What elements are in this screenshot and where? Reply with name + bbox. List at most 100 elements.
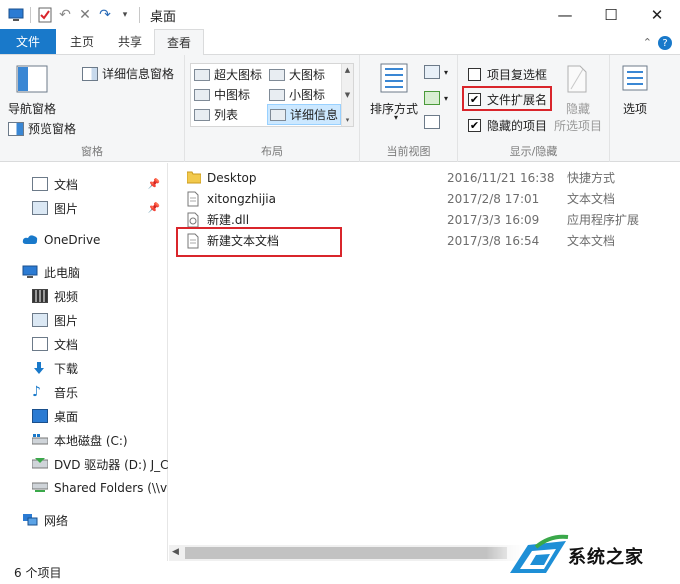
sort-dropdown-icon[interactable]: ▾ xyxy=(394,113,398,122)
nav-item-videos[interactable]: 视频 xyxy=(0,285,168,307)
layout-gallery: 超大图标 大图标 中图标 小图标 列表 详细信息 ▲ ▼ ▾ xyxy=(190,63,354,127)
sort-icon xyxy=(380,63,408,96)
file-row[interactable]: Desktop 2016/11/21 16:38 快捷方式 xyxy=(183,167,673,188)
help-icon[interactable]: ? xyxy=(658,36,672,50)
layout-gallery-scroll[interactable]: ▲ ▼ ▾ xyxy=(341,64,353,126)
layout-label: 列表 xyxy=(214,108,239,122)
item-count: 6 个项目 xyxy=(14,566,62,580)
pin-icon: 📌 xyxy=(147,202,160,214)
layout-extra-large-icons[interactable]: 超大图标 xyxy=(194,66,262,83)
group-by-button[interactable]: ▾ xyxy=(424,65,448,79)
minimize-button[interactable]: — xyxy=(542,0,588,30)
properties-icon[interactable] xyxy=(35,5,55,25)
nav-item-onedrive[interactable]: OneDrive xyxy=(0,229,168,251)
document-icon xyxy=(32,337,48,351)
layout-label: 小图标 xyxy=(289,88,326,102)
nav-item-label: 此电脑 xyxy=(44,265,81,280)
music-icon: ♪ xyxy=(32,384,41,400)
nav-item-pictures-pinned[interactable]: 图片 📌 xyxy=(0,197,168,219)
size-columns-button[interactable] xyxy=(424,115,444,129)
title-bar: ↶ ✕ ↷ ▾ 桌面 — ☐ ✕ xyxy=(0,0,680,30)
tab-home[interactable]: 主页 xyxy=(58,29,106,54)
file-modified: 2017/3/8 16:54 xyxy=(447,233,540,248)
item-checkboxes-checkbox[interactable] xyxy=(468,68,481,81)
options-icon xyxy=(622,65,648,94)
large-icons-icon xyxy=(269,68,285,81)
hide-selected-sublabel: 所选项目 xyxy=(554,119,603,133)
nav-item-label: 图片 xyxy=(54,313,79,328)
file-row[interactable]: xitongzhijia 2017/2/8 17:01 文本文档 xyxy=(183,188,673,209)
details-icon xyxy=(270,108,286,121)
undo-icon[interactable]: ↶ xyxy=(55,5,75,25)
nav-item-shared-folders[interactable]: Shared Folders (\\v xyxy=(0,477,168,499)
scroll-left-icon[interactable]: ◀ xyxy=(172,547,179,557)
nav-item-documents[interactable]: 文档 xyxy=(0,333,168,355)
tab-view[interactable]: 查看 xyxy=(154,29,205,55)
nav-item-desktop[interactable]: 桌面 xyxy=(0,405,168,427)
file-name: Desktop xyxy=(207,170,257,185)
layout-label: 中图标 xyxy=(214,88,251,102)
item-checkboxes-toggle[interactable]: 项目复选框 xyxy=(468,66,547,83)
redo-icon[interactable]: ↷ xyxy=(95,5,115,25)
quick-access-toolbar: ↶ ✕ ↷ ▾ xyxy=(0,0,144,30)
preview-pane-icon xyxy=(8,121,24,136)
details-pane-button[interactable]: 详细信息窗格 xyxy=(82,65,174,82)
nav-item-label: 视频 xyxy=(54,289,79,304)
nav-pane-button[interactable]: 导航窗格 xyxy=(8,100,56,117)
dropdown-icon[interactable]: ▾ xyxy=(115,5,135,25)
nav-item-dvd-drive[interactable]: DVD 驱动器 (D:) J_C xyxy=(0,453,168,475)
collapse-ribbon-icon[interactable]: ⌃ xyxy=(643,36,652,50)
divider xyxy=(30,7,31,23)
tab-share[interactable]: 共享 xyxy=(106,29,154,54)
options-button[interactable]: 选项 xyxy=(623,100,647,117)
hide-selected-button[interactable]: 隐藏 xyxy=(566,100,590,117)
layout-list[interactable]: 列表 xyxy=(194,106,238,123)
nav-item-network[interactable]: 网络 xyxy=(0,509,168,531)
window-controls: — ☐ ✕ xyxy=(542,0,680,30)
watermark-text: 系统之家 xyxy=(568,547,644,568)
expand-gallery-icon[interactable]: ▾ xyxy=(346,116,350,124)
layout-label: 大图标 xyxy=(289,68,326,82)
scrollbar-thumb[interactable] xyxy=(185,547,507,559)
size-columns-icon xyxy=(424,115,440,129)
hidden-items-checkbox[interactable]: ✔ xyxy=(468,119,481,132)
tab-file[interactable]: 文件 xyxy=(0,29,56,54)
layout-large-icons[interactable]: 大图标 xyxy=(269,66,325,83)
nav-item-this-pc[interactable]: 此电脑 xyxy=(0,261,168,283)
medium-icons-icon xyxy=(194,88,210,101)
text-file-icon xyxy=(187,191,201,207)
maximize-button[interactable]: ☐ xyxy=(588,0,634,30)
nav-item-music[interactable]: ♪ 音乐 xyxy=(0,381,168,403)
nav-item-label: 文档 xyxy=(54,337,79,352)
preview-pane-button[interactable]: 预览窗格 xyxy=(8,120,76,137)
nav-pane-icon xyxy=(16,65,48,96)
computer-icon[interactable] xyxy=(6,5,26,25)
nav-item-downloads[interactable]: 下载 xyxy=(0,357,168,379)
dvd-icon xyxy=(31,457,49,471)
delete-icon[interactable]: ✕ xyxy=(75,5,95,25)
hidden-items-toggle[interactable]: ✔ 隐藏的项目 xyxy=(468,117,547,134)
navigation-pane: 文档 📌 图片 📌 OneDrive 此电脑 视频 图片 文档 下载 ♪ 音乐 … xyxy=(0,163,168,561)
scroll-down-icon[interactable]: ▼ xyxy=(345,91,350,99)
nav-item-pictures[interactable]: 图片 xyxy=(0,309,168,331)
file-type: 快捷方式 xyxy=(567,171,616,185)
nav-item-label: 下载 xyxy=(54,361,79,376)
nav-item-label: 桌面 xyxy=(54,409,79,424)
close-button[interactable]: ✕ xyxy=(634,0,680,30)
nav-item-local-disk-c[interactable]: 本地磁盘 (C:) xyxy=(0,429,168,451)
nav-item-label: DVD 驱动器 (D:) J_C xyxy=(54,457,168,472)
add-columns-button[interactable]: ▾ xyxy=(424,91,448,105)
document-icon xyxy=(32,177,48,191)
scroll-up-icon[interactable]: ▲ xyxy=(345,66,350,74)
network-drive-icon xyxy=(31,481,49,495)
nav-item-documents-pinned[interactable]: 文档 📌 xyxy=(0,173,168,195)
disk-icon xyxy=(31,433,49,447)
current-view-group: 排序方式 ▾ ▾ ▾ 当前视图 xyxy=(360,55,458,162)
layout-label: 详细信息 xyxy=(290,108,339,122)
small-icons-icon xyxy=(269,88,285,101)
layout-details[interactable]: 详细信息 xyxy=(267,104,342,125)
picture-icon xyxy=(32,201,48,215)
layout-small-icons[interactable]: 小图标 xyxy=(269,86,325,103)
layout-medium-icons[interactable]: 中图标 xyxy=(194,86,250,103)
file-type: 应用程序扩展 xyxy=(567,213,640,227)
